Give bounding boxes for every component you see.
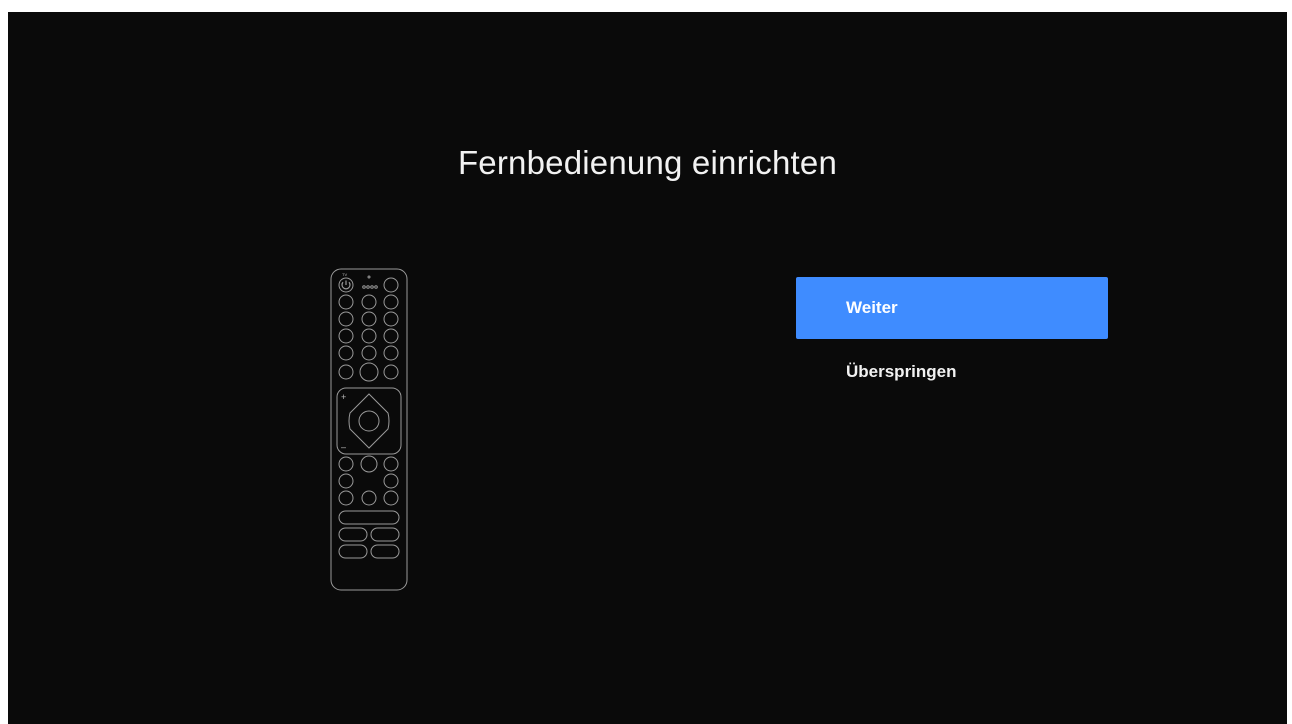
remote-volume-plus: +: [341, 392, 346, 402]
page-title: Fernbedienung einrichten: [457, 144, 838, 181]
continue-button[interactable]: Weiter: [796, 277, 1108, 339]
remote-tv-label: TV: [342, 272, 347, 277]
setup-screen: Fernbedienung einrichten TV + – Weiter Ü…: [8, 12, 1287, 724]
remote-volume-minus: –: [341, 442, 346, 452]
remote-control-icon: TV + –: [330, 268, 408, 591]
skip-button[interactable]: Überspringen: [796, 350, 1108, 394]
